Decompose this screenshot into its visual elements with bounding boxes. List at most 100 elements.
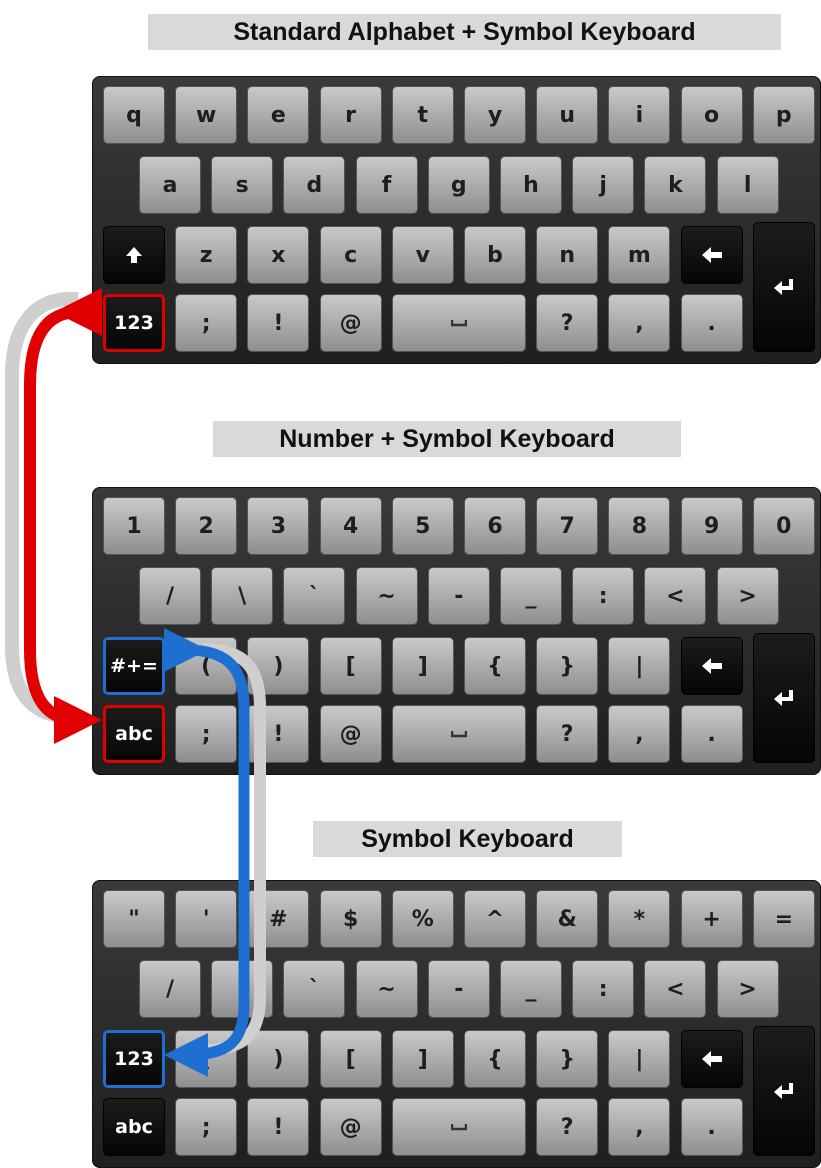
key-alpha-r1-5[interactable]: y	[464, 86, 526, 144]
key-number-r3-2[interactable]: [	[319, 637, 382, 695]
key-alpha-r1-6[interactable]: u	[536, 86, 599, 144]
key-number-semicolon[interactable]: ;	[175, 705, 238, 763]
key-number-r3-6[interactable]: |	[608, 637, 671, 695]
space-key[interactable]	[391, 1098, 527, 1156]
key-number-period[interactable]: .	[680, 705, 743, 763]
key-symbol-r2-2[interactable]: `	[283, 960, 346, 1018]
key-alpha-r1-0[interactable]: q	[103, 86, 165, 144]
key-alpha-r2-6[interactable]: j	[572, 156, 635, 214]
key-symbol-r1-4[interactable]: %	[391, 890, 454, 948]
number-mode-key[interactable]: 123	[103, 1030, 165, 1088]
key-symbol-period[interactable]: .	[680, 1098, 743, 1156]
key-alpha-r2-5[interactable]: h	[500, 156, 562, 214]
key-symbol-semicolon[interactable]: ;	[175, 1098, 238, 1156]
key-alpha-question[interactable]: ?	[536, 294, 599, 352]
backspace-key[interactable]	[680, 226, 743, 284]
key-symbol-r1-9[interactable]: =	[752, 890, 815, 948]
key-number-r2-0[interactable]: /	[139, 567, 201, 625]
key-symbol-r3-5[interactable]: }	[536, 1030, 599, 1088]
key-number-comma[interactable]: ,	[608, 705, 671, 763]
key-alpha-r1-1[interactable]: w	[175, 86, 238, 144]
key-symbol-r1-6[interactable]: &	[536, 890, 599, 948]
key-symbol-r3-6[interactable]: |	[608, 1030, 671, 1088]
space-key[interactable]	[391, 294, 527, 352]
key-symbol-r2-7[interactable]: <	[644, 960, 707, 1018]
key-alpha-r2-8[interactable]: l	[716, 156, 779, 214]
key-symbol-r3-1[interactable]: )	[247, 1030, 310, 1088]
key-number-r3-0[interactable]: (	[175, 637, 238, 695]
key-number-r3-1[interactable]: )	[247, 637, 310, 695]
key-number-r1-3[interactable]: 4	[319, 497, 382, 555]
key-symbol-r3-4[interactable]: {	[464, 1030, 526, 1088]
key-number-r1-6[interactable]: 7	[536, 497, 599, 555]
key-number-question[interactable]: ?	[536, 705, 599, 763]
key-alpha-r1-9[interactable]: p	[752, 86, 815, 144]
key-number-r1-5[interactable]: 6	[464, 497, 526, 555]
key-symbol-exclaim[interactable]: !	[247, 1098, 310, 1156]
key-alpha-r3-4[interactable]: b	[464, 226, 526, 284]
key-alpha-r3-2[interactable]: c	[319, 226, 382, 284]
backspace-key[interactable]	[680, 1030, 743, 1088]
key-symbol-r1-0[interactable]: "	[103, 890, 165, 948]
key-number-at[interactable]: @	[319, 705, 382, 763]
key-number-r1-8[interactable]: 9	[680, 497, 743, 555]
key-number-r2-5[interactable]: _	[500, 567, 562, 625]
key-alpha-comma[interactable]: ,	[608, 294, 671, 352]
key-alpha-r2-1[interactable]: s	[211, 156, 274, 214]
key-number-r1-0[interactable]: 1	[103, 497, 165, 555]
key-alpha-r2-4[interactable]: g	[427, 156, 490, 214]
key-symbol-r2-1[interactable]: \	[211, 960, 274, 1018]
key-alpha-r3-3[interactable]: v	[391, 226, 454, 284]
key-alpha-period[interactable]: .	[680, 294, 743, 352]
key-symbol-at[interactable]: @	[319, 1098, 382, 1156]
key-number-r3-5[interactable]: }	[536, 637, 599, 695]
key-alpha-r3-0[interactable]: z	[175, 226, 238, 284]
key-symbol-r1-1[interactable]: '	[175, 890, 238, 948]
key-symbol-r2-6[interactable]: :	[572, 960, 635, 1018]
key-alpha-r1-2[interactable]: e	[247, 86, 310, 144]
number-mode-key[interactable]: 123	[103, 294, 165, 352]
key-number-r2-2[interactable]: `	[283, 567, 346, 625]
key-alpha-r2-0[interactable]: a	[139, 156, 201, 214]
key-alpha-r3-5[interactable]: n	[536, 226, 599, 284]
key-alpha-r1-4[interactable]: t	[391, 86, 454, 144]
key-symbol-r1-2[interactable]: #	[247, 890, 310, 948]
key-number-r2-4[interactable]: -	[427, 567, 490, 625]
backspace-key[interactable]	[680, 637, 743, 695]
key-number-r2-8[interactable]: >	[716, 567, 779, 625]
key-symbol-r2-4[interactable]: -	[427, 960, 490, 1018]
key-symbol-r3-2[interactable]: [	[319, 1030, 382, 1088]
key-number-r1-1[interactable]: 2	[175, 497, 238, 555]
key-number-r2-6[interactable]: :	[572, 567, 635, 625]
enter-key[interactable]	[752, 633, 815, 763]
key-symbol-r2-8[interactable]: >	[716, 960, 779, 1018]
key-symbol-question[interactable]: ?	[536, 1098, 599, 1156]
key-symbol-r3-0[interactable]: (	[175, 1030, 238, 1088]
key-symbol-r2-0[interactable]: /	[139, 960, 201, 1018]
enter-key[interactable]	[752, 1026, 815, 1156]
key-symbol-r2-3[interactable]: ~	[355, 960, 418, 1018]
key-symbol-comma[interactable]: ,	[608, 1098, 671, 1156]
key-alpha-at[interactable]: @	[319, 294, 382, 352]
key-symbol-r1-7[interactable]: *	[608, 890, 671, 948]
key-alpha-r2-3[interactable]: f	[355, 156, 418, 214]
space-key[interactable]	[391, 705, 527, 763]
key-number-r1-7[interactable]: 8	[608, 497, 671, 555]
key-number-r3-3[interactable]: ]	[391, 637, 454, 695]
key-number-r3-4[interactable]: {	[464, 637, 526, 695]
key-alpha-r1-8[interactable]: o	[680, 86, 743, 144]
key-alpha-r1-7[interactable]: i	[608, 86, 671, 144]
key-alpha-semicolon[interactable]: ;	[175, 294, 238, 352]
enter-key[interactable]	[752, 222, 815, 352]
key-symbol-r1-3[interactable]: $	[319, 890, 382, 948]
key-alpha-r2-7[interactable]: k	[644, 156, 707, 214]
alpha-mode-key[interactable]: abc	[103, 705, 165, 763]
shift-key[interactable]	[103, 226, 165, 284]
symbols-mode-key[interactable]: #+=	[103, 637, 165, 695]
key-number-r2-7[interactable]: <	[644, 567, 707, 625]
key-symbol-r1-8[interactable]: +	[680, 890, 743, 948]
key-number-r1-2[interactable]: 3	[247, 497, 310, 555]
key-symbol-r1-5[interactable]: ^	[464, 890, 526, 948]
key-alpha-r2-2[interactable]: d	[283, 156, 346, 214]
key-alpha-r1-3[interactable]: r	[319, 86, 382, 144]
